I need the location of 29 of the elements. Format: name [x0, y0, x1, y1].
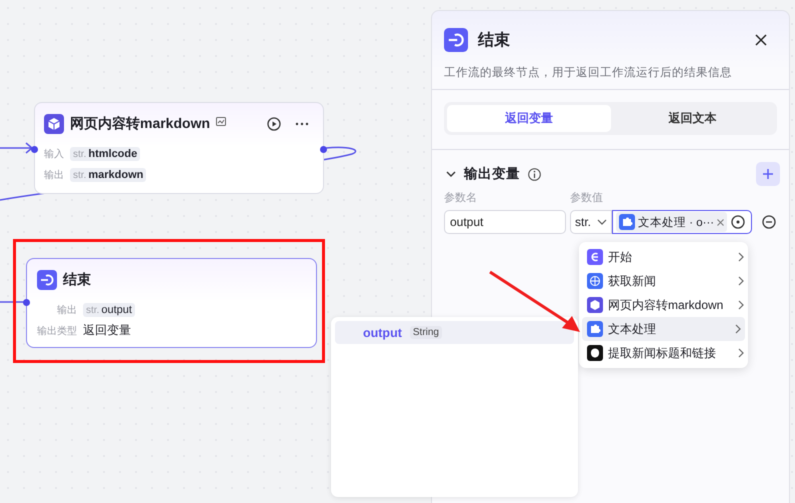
port-label: 输出 — [56, 304, 77, 316]
node-title: 网页内容转markdown — [70, 115, 210, 133]
variable-option[interactable]: output String — [335, 321, 574, 344]
tab[interactable]: 返回变量 — [447, 105, 610, 132]
variable-tag: str. htmlcode — [70, 146, 140, 160]
port-label: 输出 — [44, 168, 64, 182]
node-title: 结束 — [63, 271, 91, 289]
name-input[interactable]: output — [444, 210, 566, 234]
workflow-node[interactable]: 网页内容转markdown 输入 str. htmlcode 输出 str. markdown — [34, 102, 324, 194]
end-node[interactable]: 结束 输出 str. output 输出类型 返回变量 — [26, 258, 317, 348]
output-type-value: 返回变量 — [83, 322, 131, 339]
menu-item[interactable]: 网页内容转markdown — [579, 293, 748, 317]
column-label: 参数值 — [570, 191, 603, 205]
reference-chip: 文本处理 · o··· — [616, 212, 728, 232]
tab[interactable]: 返回文本 — [610, 105, 774, 132]
reference-field[interactable]: 文本处理 · o··· — [612, 210, 752, 234]
port-label: 输入 — [44, 148, 64, 160]
menu-item[interactable]: 提取新闻标题和链接 — [579, 341, 748, 365]
section-title: 输出变量 — [464, 165, 520, 183]
menu-item[interactable]: 获取新闻 — [579, 269, 748, 293]
panel-description: 工作流的最终节点，用于返回工作流运行后的结果信息 — [444, 65, 733, 80]
menu-item[interactable]: 文本处理 — [582, 317, 745, 341]
menu-item[interactable]: 开始 — [579, 245, 748, 269]
column-label: 参数名 — [444, 191, 478, 205]
type-select[interactable]: str. — [570, 210, 612, 234]
port-label: 输出类型 — [37, 324, 77, 338]
variable-tag: str. output — [83, 302, 135, 316]
panel-title: 结束 — [478, 30, 510, 50]
variable-tag: str. markdown — [70, 168, 146, 182]
